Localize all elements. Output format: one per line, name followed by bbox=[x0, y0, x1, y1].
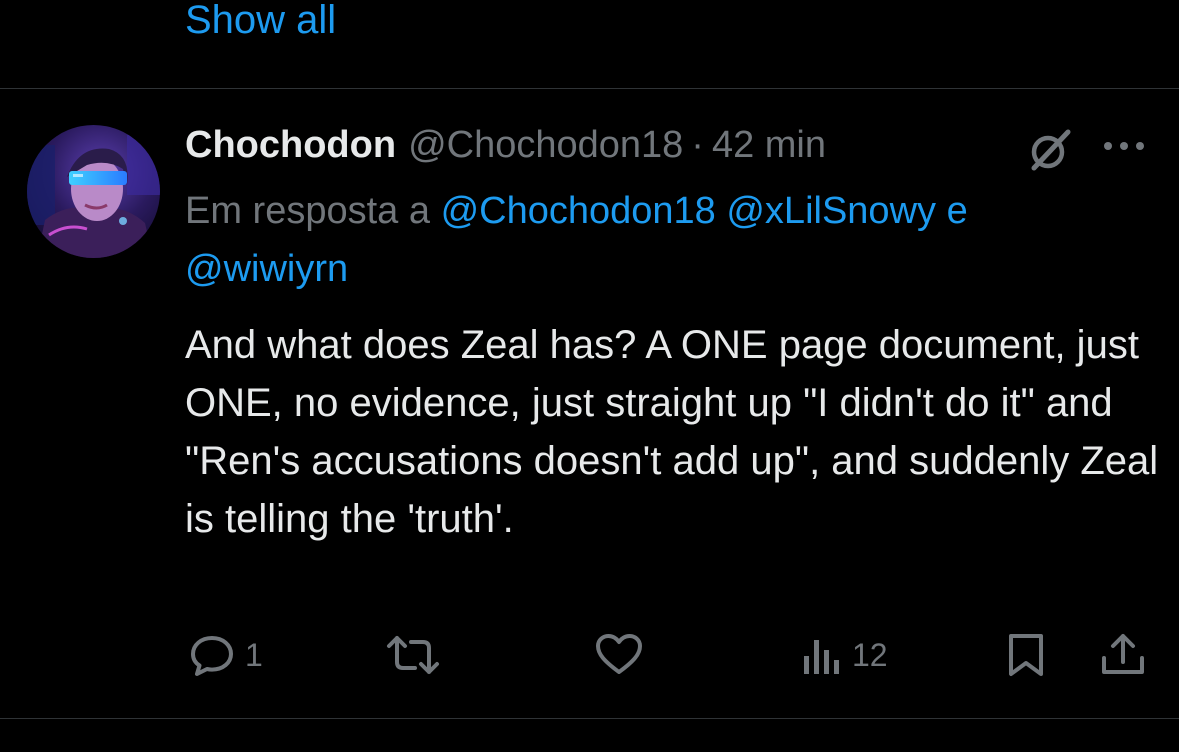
views-button[interactable]: 12 bbox=[800, 628, 888, 682]
repost-icon bbox=[387, 636, 439, 674]
mention-conjunction: e bbox=[946, 190, 968, 232]
views-icon bbox=[804, 640, 839, 674]
avatar[interactable] bbox=[27, 125, 160, 258]
grok-icon[interactable] bbox=[1026, 126, 1074, 174]
mention-link[interactable]: @xLilSnowy bbox=[726, 190, 936, 232]
like-button[interactable] bbox=[594, 628, 652, 682]
views-count: 12 bbox=[852, 636, 888, 673]
bookmark-icon bbox=[1009, 634, 1043, 676]
bookmark-button[interactable] bbox=[1003, 628, 1049, 682]
avatar-image bbox=[27, 125, 160, 258]
author-display-name[interactable]: Chochodon bbox=[185, 124, 396, 167]
show-all-link[interactable]: Show all bbox=[185, 0, 336, 44]
divider-top bbox=[0, 88, 1179, 89]
mention-link[interactable]: @Chochodon18 bbox=[441, 190, 716, 232]
author-handle[interactable]: @Chochodon18 bbox=[408, 124, 683, 167]
tweet-body-text: And what does Zeal has? A ONE page docum… bbox=[185, 323, 1159, 541]
reply-count: 1 bbox=[245, 636, 263, 673]
reply-button[interactable]: 1 bbox=[187, 628, 263, 682]
like-icon bbox=[596, 634, 642, 674]
share-button[interactable] bbox=[1098, 628, 1148, 682]
tweet-header: Chochodon @Chochodon18 · 42 min bbox=[185, 121, 826, 169]
mention-link[interactable]: @wiwiyrn bbox=[185, 248, 348, 290]
separator-dot: · bbox=[691, 123, 704, 166]
tweet-timestamp[interactable]: 42 min bbox=[712, 124, 826, 167]
more-icon[interactable] bbox=[1100, 128, 1148, 164]
share-icon bbox=[1102, 634, 1144, 674]
repost-button[interactable] bbox=[385, 628, 449, 682]
reply-prefix: Em resposta a bbox=[185, 190, 430, 232]
reply-icon bbox=[191, 636, 233, 676]
divider-bottom bbox=[0, 718, 1179, 719]
reply-context: Em resposta a @Chochodon18 @xLilSnowy e … bbox=[185, 182, 1145, 298]
